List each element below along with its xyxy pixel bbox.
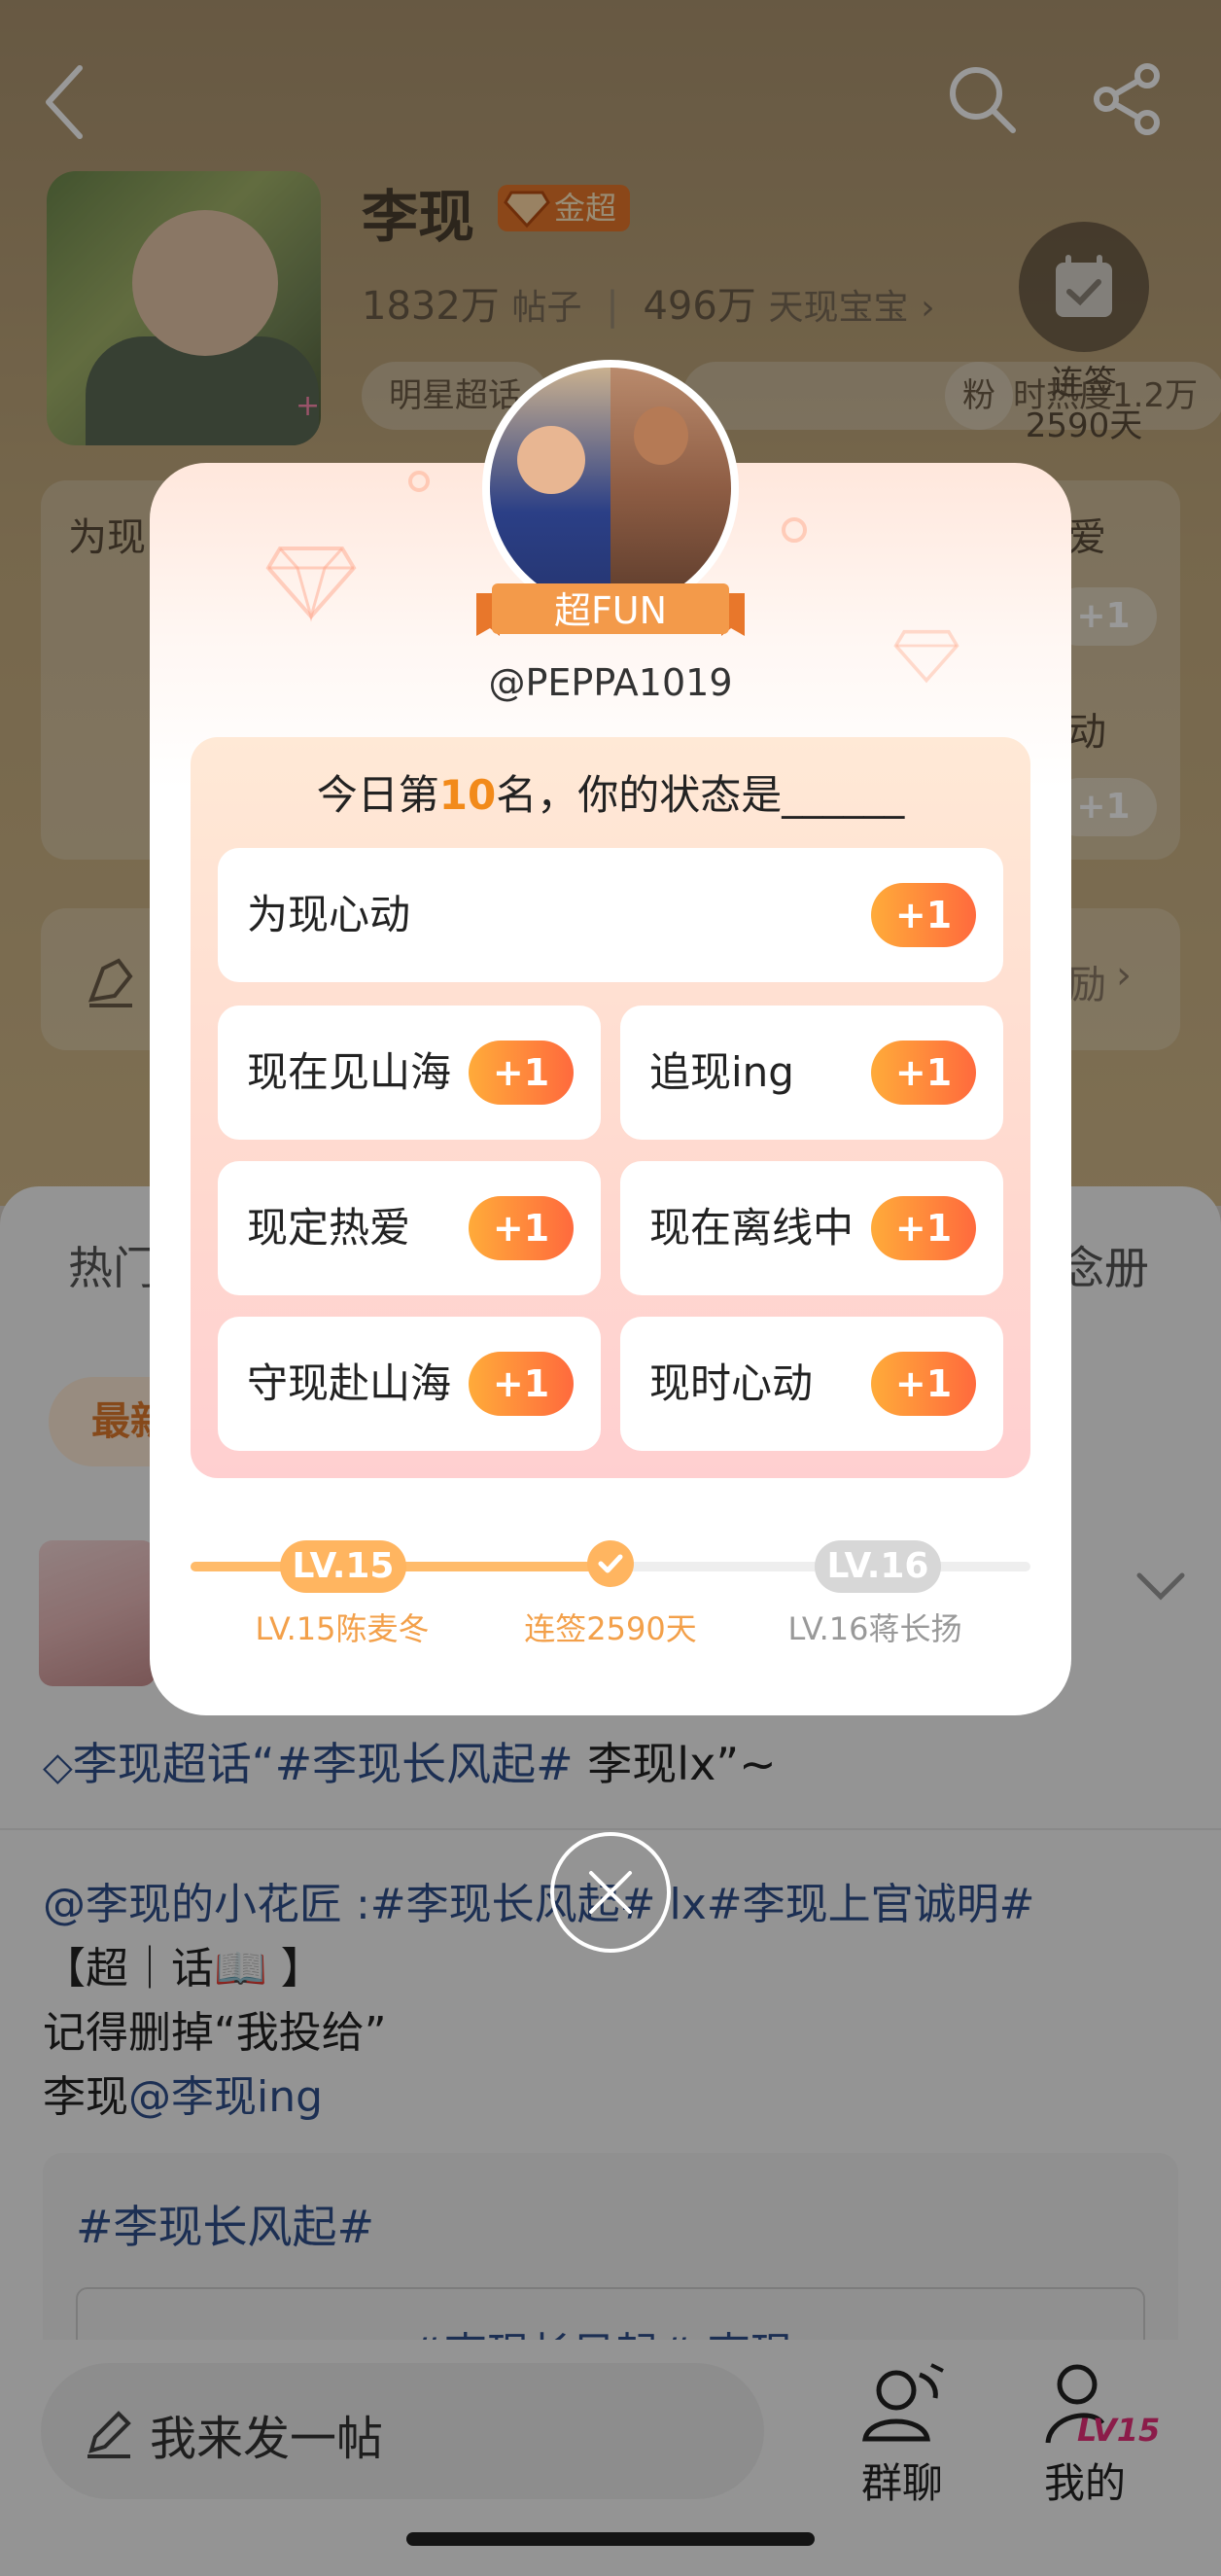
status-option-label: 现在见山海 (247, 1048, 452, 1096)
status-option[interactable]: 为现心动 +1 (218, 848, 1003, 982)
dot-decoration (782, 517, 807, 543)
plus-one-button[interactable]: +1 (871, 1352, 976, 1416)
status-option-label: 追现ing (649, 1048, 794, 1096)
dot-decoration (408, 471, 430, 492)
status-option-label: 为现心动 (247, 891, 411, 938)
status-question: 今日第10名，你的状态是______ (316, 771, 905, 819)
status-option-label: 守现赴山海 (247, 1359, 452, 1407)
status-option[interactable]: 现定热爱 +1 (218, 1161, 601, 1295)
status-option-label: 现时心动 (649, 1359, 814, 1407)
status-option[interactable]: 追现ing +1 (620, 1006, 1003, 1140)
plus-one-button[interactable]: +1 (871, 883, 976, 947)
status-option[interactable]: 现在见山海 +1 (218, 1006, 601, 1140)
close-button[interactable] (550, 1832, 671, 1953)
plus-one-button[interactable]: +1 (469, 1041, 574, 1105)
status-option-label: 现定热爱 (247, 1204, 411, 1252)
next-level-caption: LV.16蒋长扬 (787, 1610, 962, 1647)
fun-ribbon-label: 超FUN (553, 589, 668, 632)
user-avatar[interactable] (482, 360, 739, 617)
status-option[interactable]: 守现赴山海 +1 (218, 1317, 601, 1451)
status-option[interactable]: 现时心动 +1 (620, 1317, 1003, 1451)
status-option-label: 现在离线中 (649, 1204, 855, 1252)
next-level-pill: LV.16 (815, 1540, 941, 1593)
check-icon (587, 1540, 634, 1587)
status-option[interactable]: 现在离线中 +1 (620, 1161, 1003, 1295)
user-handle[interactable]: @PEPPA1019 (150, 661, 1071, 704)
diamond-decoration-icon (265, 547, 357, 622)
plus-one-button[interactable]: +1 (871, 1041, 976, 1105)
plus-one-button[interactable]: +1 (469, 1352, 574, 1416)
plus-one-button[interactable]: +1 (871, 1196, 976, 1260)
current-level-pill: LV.15 (280, 1540, 406, 1593)
plus-one-button[interactable]: +1 (469, 1196, 574, 1260)
current-level-caption: LV.15陈麦冬 (255, 1610, 430, 1647)
close-icon (589, 1871, 632, 1914)
rank-number: 10 (438, 771, 497, 819)
checkin-days-caption: 连签2590天 (524, 1610, 697, 1647)
